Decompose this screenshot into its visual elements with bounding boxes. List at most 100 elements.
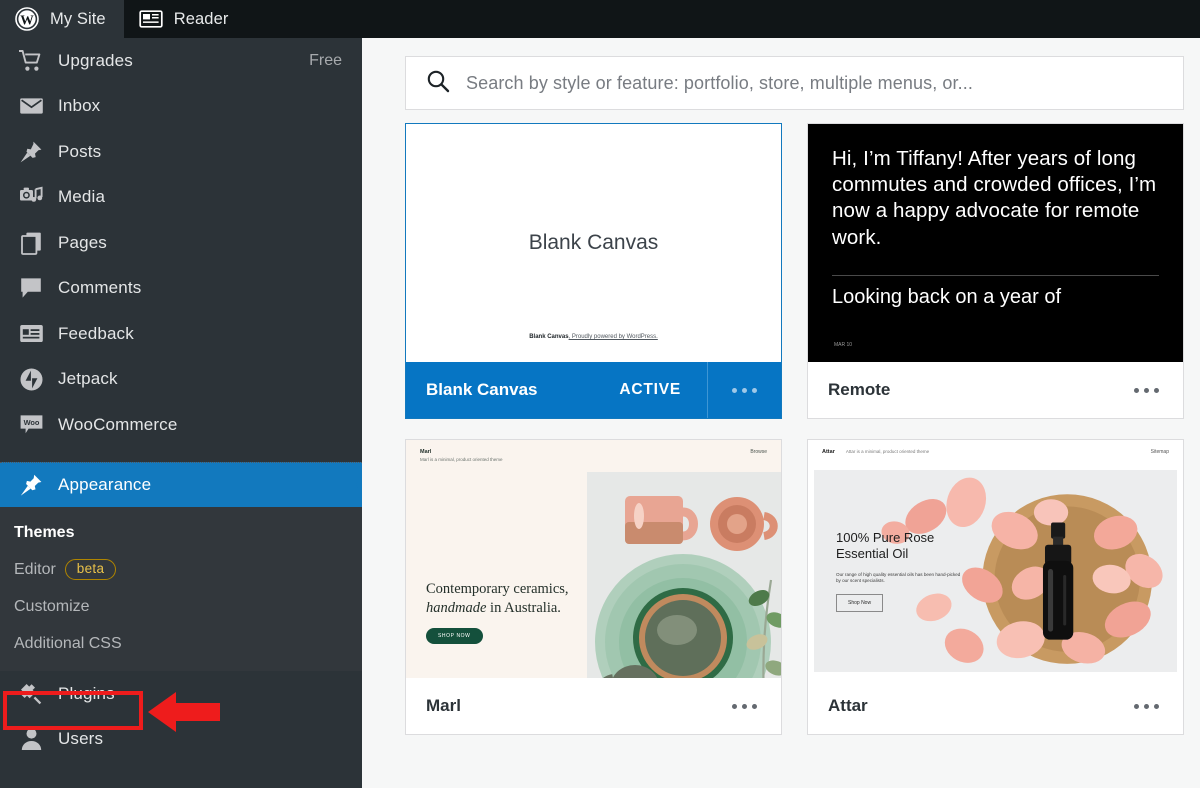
preview-shop-now-button: SHOP NOW xyxy=(426,628,483,644)
preview-divider xyxy=(832,275,1159,276)
preview-tagline: Attar is a minimal, product oriented the… xyxy=(846,449,929,454)
cart-icon xyxy=(14,49,48,73)
search-icon xyxy=(426,69,450,98)
preview-brand: Attar xyxy=(822,449,835,455)
submenu-item-label: Additional CSS xyxy=(14,635,122,653)
preview-title: Blank Canvas xyxy=(529,231,659,255)
theme-preview-attar[interactable]: Attar Attar is a minimal, product orient… xyxy=(808,440,1183,678)
sidebar-item-label: Posts xyxy=(58,142,101,162)
wordpress-logo-icon: W xyxy=(14,6,40,32)
sidebar-item-upgrades[interactable]: Upgrades Free xyxy=(0,38,362,84)
woocommerce-icon: Woo xyxy=(14,413,48,437)
comment-icon xyxy=(14,276,48,300)
theme-preview-marl[interactable]: Marl Marl is a minimal, product oriented… xyxy=(406,440,781,678)
theme-card-footer: Marl xyxy=(406,678,781,734)
themes-main-panel: Search by style or feature: portfolio, s… xyxy=(362,38,1200,788)
theme-more-options-button[interactable] xyxy=(707,362,781,418)
ellipsis-icon xyxy=(1134,704,1159,709)
sidebar-item-comments[interactable]: Comments xyxy=(0,266,362,312)
sidebar-item-posts[interactable]: Posts xyxy=(0,129,362,175)
plugin-icon xyxy=(14,682,48,706)
sidebar-item-jetpack[interactable]: Jetpack xyxy=(0,357,362,403)
preview-shop-now-button: Shop Now xyxy=(836,594,883,612)
sidebar-item-woocommerce[interactable]: Woo WooCommerce xyxy=(0,402,362,448)
sidebar-item-label: Feedback xyxy=(58,324,134,344)
theme-preview-remote[interactable]: Hi, I’m Tiffany! After years of long com… xyxy=(808,124,1183,362)
theme-card-marl[interactable]: Marl Marl is a minimal, product oriented… xyxy=(405,439,782,735)
submenu-item-additional-css[interactable]: Additional CSS xyxy=(0,625,362,662)
appearance-submenu: Themes Editor beta Customize Additional … xyxy=(0,507,362,671)
theme-card-blank-canvas[interactable]: Blank Canvas Blank Canvas, Proudly power… xyxy=(405,123,782,419)
theme-more-options-button[interactable] xyxy=(707,678,781,734)
feedback-icon xyxy=(14,323,48,344)
sidebar-spacer xyxy=(0,448,362,462)
wordpress-admin-window: W My Site Reader xyxy=(0,0,1200,788)
submenu-item-label: Customize xyxy=(14,598,90,616)
sidebar-item-label: Media xyxy=(58,187,105,207)
theme-name: Remote xyxy=(808,380,890,400)
sidebar-item-label: Jetpack xyxy=(58,369,118,389)
sidebar-item-plugins[interactable]: Plugins xyxy=(0,671,362,717)
preview-brand: Marl xyxy=(420,449,503,455)
preview-credit-rest: , Proudly powered by WordPress. xyxy=(569,334,658,340)
preview-heading-line1: 100% Pure Rose xyxy=(836,530,934,545)
theme-card-footer: Remote xyxy=(808,362,1183,418)
pin-icon xyxy=(14,140,48,164)
theme-card-attar[interactable]: Attar Attar is a minimal, product orient… xyxy=(807,439,1184,735)
preview-heading-line1: Contemporary ceramics, xyxy=(426,581,569,597)
sidebar-item-label: WooCommerce xyxy=(58,415,177,435)
preview-heading: 100% Pure Rose Essential Oil xyxy=(836,530,986,563)
svg-text:W: W xyxy=(20,12,34,27)
theme-card-remote[interactable]: Hi, I’m Tiffany! After years of long com… xyxy=(807,123,1184,419)
masterbar-tab-my-site[interactable]: W My Site xyxy=(0,0,124,38)
upgrades-plan-badge: Free xyxy=(309,52,342,70)
sidebar-item-label: Plugins xyxy=(58,684,115,704)
theme-search-bar[interactable]: Search by style or feature: portfolio, s… xyxy=(405,56,1184,110)
theme-name: Marl xyxy=(406,696,461,716)
jetpack-icon xyxy=(14,367,48,392)
ellipsis-icon xyxy=(732,704,757,709)
preview-menu: Browse xyxy=(750,449,767,462)
sidebar-item-label: Users xyxy=(58,729,103,749)
sidebar-item-inbox[interactable]: Inbox xyxy=(0,84,362,130)
preview-photo-ceramics xyxy=(587,472,781,678)
sidebar-item-users[interactable]: Users xyxy=(0,717,362,763)
sidebar-item-pages[interactable]: Pages xyxy=(0,220,362,266)
ellipsis-icon xyxy=(1134,388,1159,393)
masterbar-tab-label: My Site xyxy=(50,10,106,29)
submenu-item-themes[interactable]: Themes xyxy=(0,514,362,551)
sidebar-item-label: Comments xyxy=(58,278,141,298)
search-input[interactable]: Search by style or feature: portfolio, s… xyxy=(466,73,973,94)
theme-name: Attar xyxy=(808,696,868,716)
preview-quote: Hi, I’m Tiffany! After years of long com… xyxy=(832,146,1159,251)
sidebar-item-label: Pages xyxy=(58,233,107,253)
preview-heading: Contemporary ceramics, handmade in Austr… xyxy=(426,580,586,617)
sidebar-active-pointer xyxy=(346,463,362,508)
submenu-item-label: Editor xyxy=(14,561,56,579)
reader-icon xyxy=(138,6,164,32)
masterbar-tab-reader[interactable]: Reader xyxy=(124,0,247,38)
beta-badge: beta xyxy=(65,559,116,580)
theme-grid: Blank Canvas Blank Canvas, Proudly power… xyxy=(405,123,1184,735)
submenu-item-customize[interactable]: Customize xyxy=(0,588,362,625)
theme-more-options-button[interactable] xyxy=(1109,362,1183,418)
preview-credit-bold: Blank Canvas xyxy=(529,334,568,340)
preview-heading-italic: handmade xyxy=(426,600,486,616)
theme-card-footer: Attar xyxy=(808,678,1183,734)
sidebar-item-appearance[interactable]: Appearance xyxy=(0,462,362,508)
preview-menu: Sitemap xyxy=(1151,449,1169,455)
sidebar-item-label: Appearance xyxy=(58,475,151,495)
sidebar-item-media[interactable]: Media xyxy=(0,175,362,221)
preview-date-tag: MAR 10 xyxy=(834,342,852,348)
appearance-brush-icon xyxy=(14,473,48,497)
preview-heading-line2: Essential Oil xyxy=(836,546,908,561)
submenu-item-editor[interactable]: Editor beta xyxy=(0,551,362,588)
masterbar: W My Site Reader xyxy=(0,0,1200,38)
theme-more-options-button[interactable] xyxy=(1109,678,1183,734)
masterbar-tab-label: Reader xyxy=(174,10,229,29)
sidebar-item-feedback[interactable]: Feedback xyxy=(0,311,362,357)
media-icon xyxy=(14,185,48,209)
sidebar-item-label: Upgrades xyxy=(58,51,133,71)
theme-preview-blank-canvas[interactable]: Blank Canvas Blank Canvas, Proudly power… xyxy=(406,124,781,362)
status-badge: ACTIVE xyxy=(619,381,707,399)
